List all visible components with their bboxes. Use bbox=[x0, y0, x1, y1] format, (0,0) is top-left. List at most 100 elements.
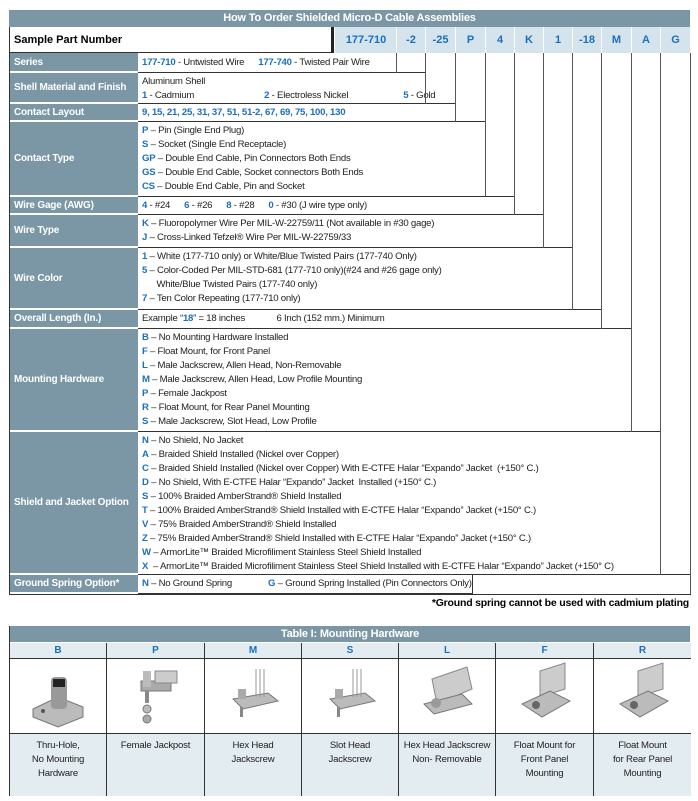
column-leader-line bbox=[543, 53, 544, 248]
row-options: B – No Mounting Hardware Installed F – Fl… bbox=[138, 329, 661, 432]
option-text: - #28 bbox=[231, 200, 255, 211]
option-text: – No Shield, With E-CTFE Halar “Expando”… bbox=[148, 477, 437, 488]
mounting-code: F bbox=[496, 643, 594, 658]
option-line: S – Male Jackscrew, Slot Head, Low Profi… bbox=[142, 415, 660, 429]
part-code-cell: A bbox=[631, 27, 660, 53]
option-code: 18 bbox=[182, 313, 194, 324]
column-leader-line bbox=[425, 53, 426, 104]
option-line: White/Blue Twisted Pairs (177-740 only) bbox=[142, 278, 601, 292]
option-text: – 75% Braided AmberStrand® Shield Instal… bbox=[147, 533, 531, 544]
option-text: – Male Jackscrew, Allen Head, Low Profil… bbox=[149, 374, 363, 385]
option-code: D bbox=[142, 477, 149, 488]
mounting-code: P bbox=[107, 643, 205, 658]
mounting-code: S bbox=[302, 643, 399, 658]
option-line: C – Braided Shield Installed (Nickel ove… bbox=[142, 462, 690, 476]
option-text: – Socket (Single End Receptacle) bbox=[148, 139, 287, 150]
row-label: Overall Length (In.) bbox=[9, 310, 138, 329]
column-leader-line bbox=[396, 53, 397, 73]
option-code: N bbox=[142, 435, 149, 446]
option-line: V – 75% Braided AmberStrand® Shield Inst… bbox=[142, 518, 690, 532]
row-label: Mounting Hardware bbox=[9, 329, 138, 432]
option-line: Example “18” = 18 inches 6 Inch (152 mm.… bbox=[142, 312, 631, 326]
option-text: – Float Mount, for Front Panel bbox=[147, 346, 270, 357]
column-leader-line bbox=[455, 53, 456, 122]
option-line: J – Cross-Linked Tefzel® Wire Per MIL-W-… bbox=[142, 231, 572, 245]
option-line: D – No Shield, With E-CTFE Halar “Expand… bbox=[142, 476, 690, 490]
row-options: N – No Shield, No Jacket A – Braided Shie… bbox=[138, 432, 691, 575]
option-text: – 75% Braided AmberStrand® Shield Instal… bbox=[148, 519, 337, 530]
option-line: GP – Double End Cable, Pin Connectors Bo… bbox=[142, 152, 514, 166]
order-table-title: How To Order Shielded Micro-D Cable Asse… bbox=[9, 10, 690, 27]
option-line: A – Braided Shield Installed (Nickel ove… bbox=[142, 448, 690, 462]
option-line: L – Male Jackscrew, Allen Head, Non-Remo… bbox=[142, 359, 660, 373]
option-text: – No Shield, No Jacket bbox=[148, 435, 244, 446]
option-text: – 100% Braided AmberStrand® Shield Insta… bbox=[148, 491, 342, 502]
option-line: M – Male Jackscrew, Allen Head, Low Prof… bbox=[142, 373, 660, 387]
mounting-code: B bbox=[10, 643, 107, 658]
option-code: N bbox=[142, 578, 149, 589]
row-label: Shell Material and Finish bbox=[9, 73, 138, 104]
option-line: 177-710 - Untwisted Wire 177-740 - Twiste… bbox=[142, 56, 425, 70]
option-line: N – No Shield, No Jacket bbox=[142, 434, 690, 448]
row-options: Aluminum Shell 1 - Cadmium 2 - Electroless… bbox=[138, 73, 456, 104]
part-code-cell: M bbox=[601, 27, 631, 53]
row-options: P – Pin (Single End Plug) S – Socket (Sin… bbox=[138, 122, 515, 197]
row-label: Contact Type bbox=[9, 122, 138, 197]
row-label: Wire Gage (AWG) bbox=[9, 197, 138, 215]
option-text: – Female Jackpost bbox=[148, 388, 228, 399]
mounting-hardware-image bbox=[205, 658, 302, 734]
mounting-hardware-image bbox=[594, 658, 691, 734]
mounting-hardware-table: Table I: Mounting Hardware B Thru-Hole, N… bbox=[9, 626, 691, 796]
option-text: – No Mounting Hardware Installed bbox=[148, 332, 289, 343]
mounting-hardware-image bbox=[399, 658, 496, 734]
option-text: – Double End Cable, Pin Connectors Both … bbox=[155, 153, 351, 164]
part-code-cell: -25 bbox=[425, 27, 455, 53]
part-code-cell: 1 bbox=[543, 27, 572, 53]
option-line: Z – 75% Braided AmberStrand® Shield Inst… bbox=[142, 532, 690, 546]
option-text: – Ten Color Repeating (177-710 only) bbox=[147, 293, 301, 304]
mounting-description: Hex Head Jackscrew Non- Removable bbox=[399, 734, 496, 796]
column-leader-line bbox=[514, 53, 515, 215]
option-line: 4 - #24 6 - #26 8 - #28 0 - #30 (J wire typ… bbox=[142, 199, 543, 213]
option-line: S – Socket (Single End Receptacle) bbox=[142, 138, 514, 152]
mounting-code: M bbox=[205, 643, 302, 658]
mounting-table-title: Table I: Mounting Hardware bbox=[10, 626, 690, 643]
option-line: W – ArmorLite™ Braided Microfiliment Sta… bbox=[142, 546, 690, 560]
option-code: R bbox=[142, 402, 149, 413]
row-label: Ground Spring Option* bbox=[9, 575, 138, 594]
option-code: B bbox=[142, 332, 149, 343]
mounting-description: Hex Head Jackscrew bbox=[205, 734, 302, 796]
option-code: GS bbox=[142, 167, 156, 178]
option-code: K bbox=[142, 218, 149, 229]
mounting-hardware-image bbox=[10, 658, 107, 734]
option-code: C bbox=[142, 463, 149, 474]
mounting-description: Thru-Hole, No Mounting Hardware bbox=[10, 734, 107, 796]
option-text: White/Blue Twisted Pairs (177-740 only) bbox=[142, 279, 318, 290]
option-line: T – 100% Braided AmberStrand® Shield Ins… bbox=[142, 504, 690, 518]
option-line: K – Fluoropolymer Wire Per MIL-W-22759/1… bbox=[142, 217, 572, 231]
option-text: – White (177-710 only) or White/Blue Twi… bbox=[147, 251, 418, 262]
row-label: Contact Layout bbox=[9, 104, 138, 122]
option-text: – No Ground Spring bbox=[148, 578, 232, 589]
option-text: - Electroless Nickel bbox=[269, 90, 349, 101]
mounting-hardware-image bbox=[496, 658, 594, 734]
option-text: ” = 18 inches 6 Inch (152 mm.) Minimum bbox=[193, 313, 385, 324]
option-code: 177-740 bbox=[258, 57, 292, 68]
option-text: - Untwisted Wire bbox=[175, 57, 245, 68]
option-text: - #30 (J wire type only) bbox=[273, 200, 367, 211]
option-text: – Male Jackscrew, Allen Head, Non-Remova… bbox=[147, 360, 342, 371]
mounting-hardware-image bbox=[107, 658, 205, 734]
part-code-cell: P bbox=[455, 27, 485, 53]
option-text: – Braided Shield Installed (Nickel over … bbox=[148, 463, 539, 474]
column-leader-line bbox=[631, 53, 632, 432]
option-text: – Double End Cable, Pin and Socket bbox=[154, 181, 305, 192]
row-label: Wire Color bbox=[9, 248, 138, 310]
option-line: 9, 15, 21, 25, 31, 37, 51, 51-2, 67, 69,… bbox=[142, 106, 485, 120]
column-leader-line bbox=[690, 53, 691, 594]
option-line: F – Float Mount, for Front Panel bbox=[142, 345, 660, 359]
option-line: B – No Mounting Hardware Installed bbox=[142, 331, 660, 345]
option-code: CS bbox=[142, 181, 155, 192]
option-text: - #26 bbox=[189, 200, 213, 211]
option-text: – ArmorLite™ Braided Microfiliment Stain… bbox=[148, 561, 614, 572]
mounting-hardware-image bbox=[302, 658, 399, 734]
